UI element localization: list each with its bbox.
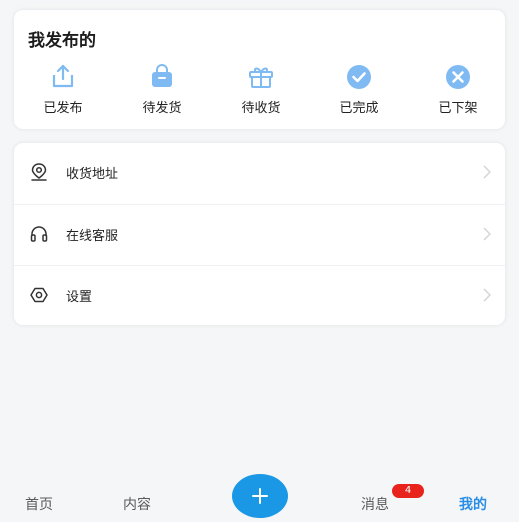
menu-item-address[interactable]: 收货地址 xyxy=(14,143,505,204)
publish-plus-button[interactable] xyxy=(232,474,288,518)
my-published-title: 我发布的 xyxy=(28,31,96,51)
upload-icon xyxy=(52,64,74,88)
check-circle-icon xyxy=(347,65,371,89)
headset-icon xyxy=(30,226,48,242)
status-completed-label: 已完成 xyxy=(339,101,379,116)
menu-item-address-label: 收货地址 xyxy=(66,167,119,182)
bag-icon xyxy=(152,64,172,87)
status-delisted-label: 已下架 xyxy=(438,101,478,116)
status-to-receive-label: 待收货 xyxy=(241,101,281,116)
menu-item-support[interactable]: 在线客服 xyxy=(14,204,505,266)
menu-item-support-label: 在线客服 xyxy=(66,229,119,244)
chevron-right-icon xyxy=(483,165,491,179)
my-published-card: 我发布的 已发布 待发货 待收货 已完成 已下架 xyxy=(13,9,506,130)
x-circle-icon xyxy=(446,65,470,89)
tab-mine[interactable]: 我的 xyxy=(459,494,487,514)
status-to-ship-label: 待发货 xyxy=(142,101,182,116)
tab-messages[interactable]: 消息 xyxy=(361,494,389,514)
menu-card: 收货地址 在线客服 设置 xyxy=(13,142,506,326)
status-to-receive[interactable]: 待收货 xyxy=(231,62,291,116)
chevron-right-icon xyxy=(483,288,491,302)
messages-badge: 4 xyxy=(392,484,424,498)
menu-item-settings[interactable]: 设置 xyxy=(14,265,505,327)
status-to-ship[interactable]: 待发货 xyxy=(132,62,192,116)
settings-icon xyxy=(30,287,48,303)
status-delisted[interactable]: 已下架 xyxy=(428,62,488,116)
tab-home[interactable]: 首页 xyxy=(25,494,53,514)
status-published-label: 已发布 xyxy=(43,101,83,116)
location-icon xyxy=(31,163,47,181)
status-published[interactable]: 已发布 xyxy=(33,62,93,116)
tab-content[interactable]: 内容 xyxy=(123,494,151,514)
status-completed[interactable]: 已完成 xyxy=(329,62,389,116)
gift-icon xyxy=(249,67,273,88)
chevron-right-icon xyxy=(483,227,491,241)
menu-item-settings-label: 设置 xyxy=(66,290,93,305)
